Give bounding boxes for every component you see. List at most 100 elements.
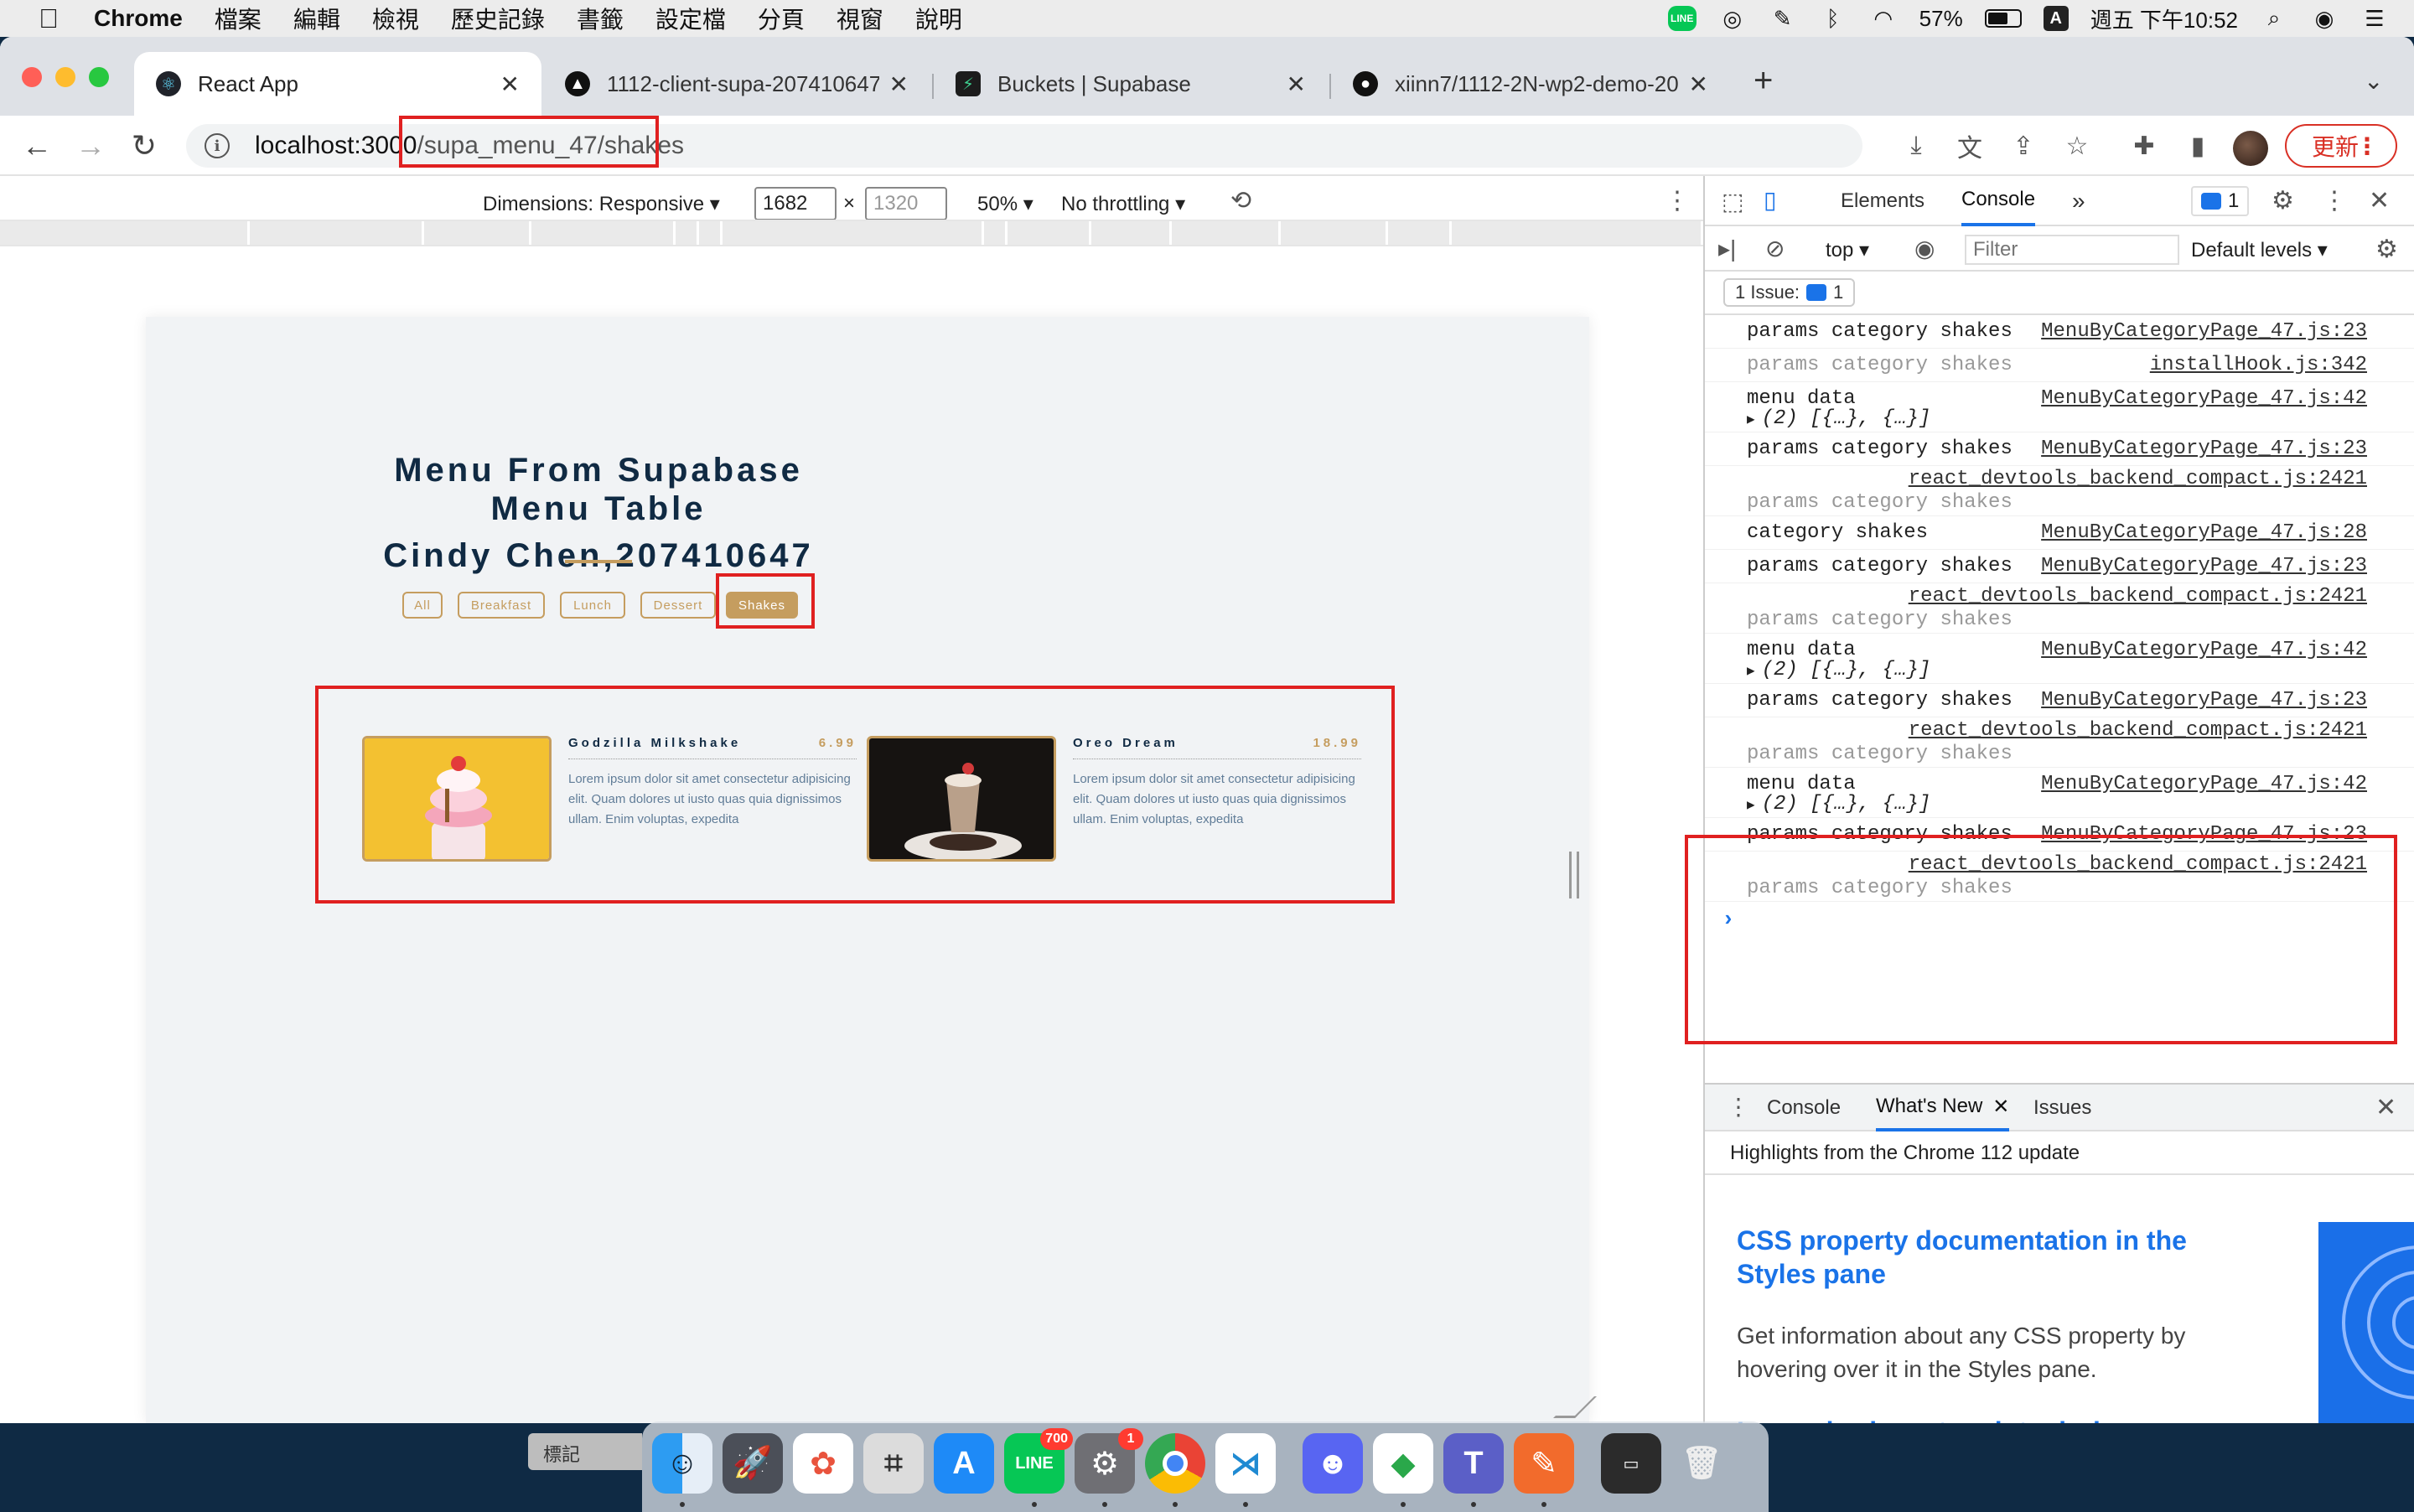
- battery-icon[interactable]: [1984, 9, 2022, 28]
- side-panel-icon[interactable]: ▮: [2179, 127, 2216, 164]
- console-source-link[interactable]: MenuByCategoryPage_47.js:23: [2041, 689, 2367, 712]
- console-source-link[interactable]: MenuByCategoryPage_47.js:23: [2041, 320, 2367, 343]
- minimize-window-icon[interactable]: [55, 67, 75, 87]
- menu-history[interactable]: 歷史記錄: [451, 2, 545, 35]
- category-breakfast-button[interactable]: Breakfast: [458, 592, 545, 619]
- drawer-more-icon[interactable]: ⋮: [1727, 1093, 1750, 1121]
- tab-console[interactable]: Console: [1961, 176, 2036, 226]
- launchpad-icon[interactable]: 🚀: [723, 1433, 783, 1494]
- drawer-tab-whats-new[interactable]: What's New ✕: [1876, 1085, 2010, 1131]
- device-toggle-icon[interactable]: ▯: [1764, 186, 1776, 214]
- expand-triangle-icon[interactable]: ▶: [1747, 664, 1755, 679]
- console-source-link[interactable]: MenuByCategoryPage_47.js:23: [2041, 438, 2367, 460]
- app-store-icon[interactable]: A: [934, 1433, 994, 1494]
- input-source-icon[interactable]: A: [2043, 6, 2069, 31]
- tab-supabase-project[interactable]: ▲ 1112-client-supa-207410647 – ✕: [543, 52, 930, 116]
- photos-icon[interactable]: ✿: [793, 1433, 853, 1494]
- category-lunch-button[interactable]: Lunch: [560, 592, 625, 619]
- clear-console-icon[interactable]: ⊘: [1765, 235, 1785, 262]
- drawer-tab-issues[interactable]: Issues: [2033, 1085, 2091, 1131]
- discord-icon[interactable]: ☻: [1303, 1433, 1363, 1494]
- apple-menu-icon[interactable]: : [34, 3, 64, 34]
- close-tab-icon[interactable]: ✕: [889, 70, 909, 98]
- expand-triangle-icon[interactable]: ▶: [1747, 798, 1755, 813]
- media-query-bar[interactable]: [0, 220, 1703, 246]
- article-title-link[interactable]: Ignore irrelevant scripts during: [1737, 1415, 2240, 1423]
- menu-profiles[interactable]: 設定檔: [655, 2, 726, 35]
- console-source-link[interactable]: installHook.js:342: [2150, 354, 2367, 376]
- menu-edit[interactable]: 編輯: [293, 2, 340, 35]
- throttling-dropdown[interactable]: No throttling ▾: [1061, 192, 1185, 216]
- close-tab-icon[interactable]: ✕: [1689, 70, 1708, 98]
- rotate-icon[interactable]: ⟲: [1230, 186, 1251, 215]
- drawer-tab-console[interactable]: Console: [1767, 1085, 1841, 1131]
- menu-window[interactable]: 視窗: [837, 2, 883, 35]
- issue-chip[interactable]: 1 Issue: 1: [1723, 278, 1856, 307]
- share-icon[interactable]: ⇪: [2005, 127, 2042, 164]
- console-source-link[interactable]: react_devtools_backend_compact.js:2421: [1909, 585, 2367, 608]
- tab-search-chevron-icon[interactable]: ⌄: [2364, 67, 2383, 95]
- new-tab-button[interactable]: +: [1754, 62, 1773, 100]
- control-center-icon[interactable]: ☰: [2360, 6, 2389, 31]
- console-filter-input[interactable]: [1965, 235, 2179, 265]
- wifi-icon[interactable]: ◠: [1869, 6, 1898, 31]
- tab-supabase-buckets[interactable]: ⚡ Buckets | Supabase ✕: [934, 52, 1328, 116]
- console-object-preview[interactable]: ▶ (2) [{…}, {…}]: [1747, 793, 1930, 816]
- back-arrow-icon[interactable]: ←: [17, 126, 57, 166]
- translate-icon[interactable]: 文: [1951, 127, 1988, 164]
- article-title-link[interactable]: CSS property documentation in the Styles…: [1737, 1224, 2240, 1291]
- system-preferences-icon[interactable]: ⚙ 1: [1075, 1428, 1143, 1494]
- extensions-puzzle-icon[interactable]: ✚: [2126, 127, 2163, 164]
- sourcetree-icon[interactable]: ◆: [1373, 1433, 1433, 1494]
- devtools-more-icon[interactable]: ⋮: [2322, 186, 2347, 215]
- bookmark-star-icon[interactable]: ☆: [2059, 127, 2095, 164]
- log-levels-dropdown[interactable]: Default levels ▾: [2191, 238, 2328, 262]
- screenshot-icon[interactable]: ⌗: [863, 1433, 924, 1494]
- console-source-link[interactable]: MenuByCategoryPage_47.js:23: [2041, 555, 2367, 577]
- expand-triangle-icon[interactable]: ▶: [1747, 412, 1755, 427]
- grammar-status-icon[interactable]: ✎: [1769, 6, 1797, 31]
- issues-counter[interactable]: 1: [2191, 186, 2250, 216]
- close-tab-icon[interactable]: ✕: [500, 70, 520, 98]
- sidebar-toggle-icon[interactable]: ▸|: [1718, 235, 1736, 262]
- category-dessert-button[interactable]: Dessert: [640, 592, 716, 619]
- more-tabs-button[interactable]: »: [2072, 176, 2085, 226]
- resize-corner-icon[interactable]: [1553, 1396, 1597, 1418]
- more-menu-icon[interactable]: ⋮: [2355, 132, 2379, 160]
- settings-gear-icon[interactable]: ⚙: [2272, 186, 2294, 215]
- vscode-icon[interactable]: ⋊: [1215, 1433, 1276, 1494]
- menu-tab[interactable]: 分頁: [758, 2, 805, 35]
- console-source-link[interactable]: MenuByCategoryPage_47.js:42: [2041, 387, 2367, 410]
- tab-github-repo[interactable]: ● xiinn7/1112-2N-wp2-demo-207 ✕: [1331, 52, 1730, 116]
- resize-handle-right[interactable]: [1569, 852, 1579, 898]
- console-settings-gear-icon[interactable]: ⚙: [2375, 235, 2398, 264]
- tab-react-app[interactable]: ⚛ React App ✕: [134, 52, 541, 116]
- inspect-element-icon[interactable]: ⬚: [1722, 188, 1743, 215]
- category-all-button[interactable]: All: [402, 592, 443, 619]
- console-object-preview[interactable]: ▶ (2) [{…}, {…}]: [1747, 659, 1930, 681]
- site-info-icon[interactable]: i: [205, 133, 230, 158]
- finder-icon[interactable]: ☺: [652, 1433, 712, 1494]
- pencil-app-icon[interactable]: ✎: [1514, 1433, 1574, 1494]
- line-status-icon[interactable]: LINE: [1667, 6, 1697, 31]
- console-source-link[interactable]: MenuByCategoryPage_47.js:42: [2041, 639, 2367, 661]
- console-source-link[interactable]: MenuByCategoryPage_47.js:28: [2041, 521, 2367, 544]
- console-source-link[interactable]: react_devtools_backend_compact.js:2421: [1909, 719, 2367, 742]
- close-window-icon[interactable]: [22, 67, 42, 87]
- viewport-width-input[interactable]: 1682: [754, 187, 837, 220]
- chrome-icon[interactable]: [1145, 1433, 1205, 1494]
- close-drawer-tab-icon[interactable]: ✕: [1992, 1095, 2009, 1119]
- menu-file[interactable]: 檔案: [215, 2, 262, 35]
- dimensions-dropdown[interactable]: Dimensions: Responsive ▾: [483, 192, 720, 216]
- menu-help[interactable]: 說明: [915, 2, 962, 35]
- bluetooth-icon[interactable]: ᛒ: [1819, 6, 1847, 31]
- forward-arrow-icon[interactable]: →: [70, 126, 111, 166]
- live-expression-eye-icon[interactable]: ◉: [1914, 235, 1935, 262]
- siri-icon[interactable]: ◉: [2310, 6, 2339, 31]
- device-more-icon[interactable]: ⋮: [1665, 186, 1690, 215]
- console-object-preview[interactable]: ▶ (2) [{…}, {…}]: [1747, 407, 1930, 430]
- update-chrome-button[interactable]: 更新 ⋮: [2285, 124, 2397, 168]
- context-selector[interactable]: top ▾: [1826, 238, 1869, 262]
- install-app-icon[interactable]: ⤓: [1898, 127, 1935, 164]
- menu-app-name[interactable]: Chrome: [94, 5, 183, 32]
